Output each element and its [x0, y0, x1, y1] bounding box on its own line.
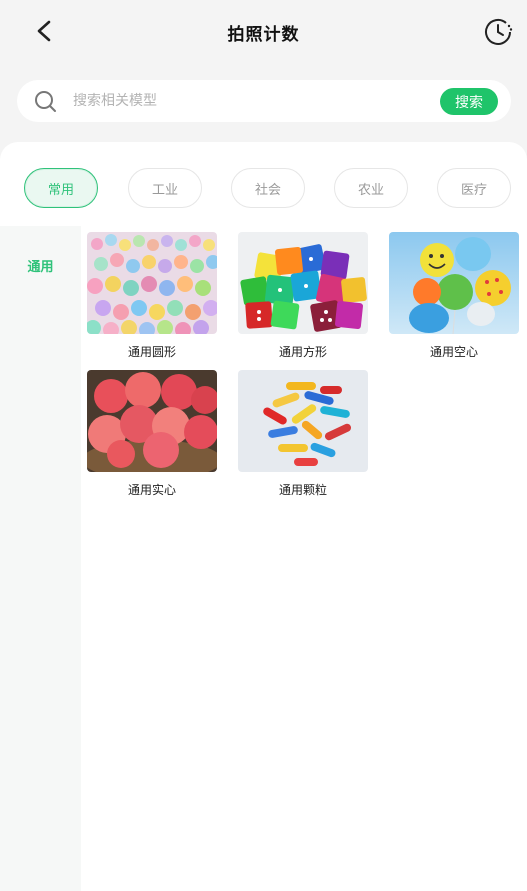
model-panel: 常用 工业 社会 农业 医疗 通用 通用圆形 通用方形 通用空心 通用实心 通用… [0, 142, 527, 891]
history-button[interactable] [481, 14, 517, 50]
page-title: 拍照计数 [227, 25, 300, 45]
model-card-square[interactable]: 通用方形 [238, 232, 368, 362]
search-bar: 搜索 [17, 80, 511, 122]
square-objects-image [238, 232, 368, 334]
hollow-objects-image [389, 232, 519, 334]
solid-objects-image [87, 370, 217, 472]
top-bar: 拍照计数 [0, 0, 527, 64]
round-objects-image [87, 232, 217, 334]
search-button[interactable]: 搜索 [440, 88, 498, 115]
model-grid: 通用圆形 通用方形 通用空心 通用实心 通用颗粒 [81, 226, 527, 891]
sidebar: 通用 [0, 226, 81, 891]
model-card-solid[interactable]: 通用实心 [87, 370, 217, 500]
tab-agriculture[interactable]: 农业 [334, 168, 408, 208]
model-label: 通用圆形 [127, 345, 176, 359]
granule-objects-image [238, 370, 368, 472]
model-label: 通用颗粒 [278, 483, 327, 497]
model-label: 通用方形 [278, 345, 327, 359]
tab-industry[interactable]: 工业 [128, 168, 202, 208]
model-card-hollow[interactable]: 通用空心 [389, 232, 519, 362]
history-clock-icon [485, 18, 513, 45]
sidebar-item-general[interactable]: 通用 [0, 256, 81, 275]
category-tabs: 常用 工业 社会 农业 医疗 [0, 168, 527, 212]
tab-common[interactable]: 常用 [24, 168, 98, 208]
model-label: 通用空心 [429, 345, 478, 359]
search-input[interactable] [73, 88, 433, 114]
tab-medical[interactable]: 医疗 [437, 168, 511, 208]
model-card-granule[interactable]: 通用颗粒 [238, 370, 368, 500]
model-label: 通用实心 [127, 483, 176, 497]
model-card-round[interactable]: 通用圆形 [87, 232, 217, 362]
tab-society[interactable]: 社会 [231, 168, 305, 208]
search-icon [35, 91, 56, 112]
